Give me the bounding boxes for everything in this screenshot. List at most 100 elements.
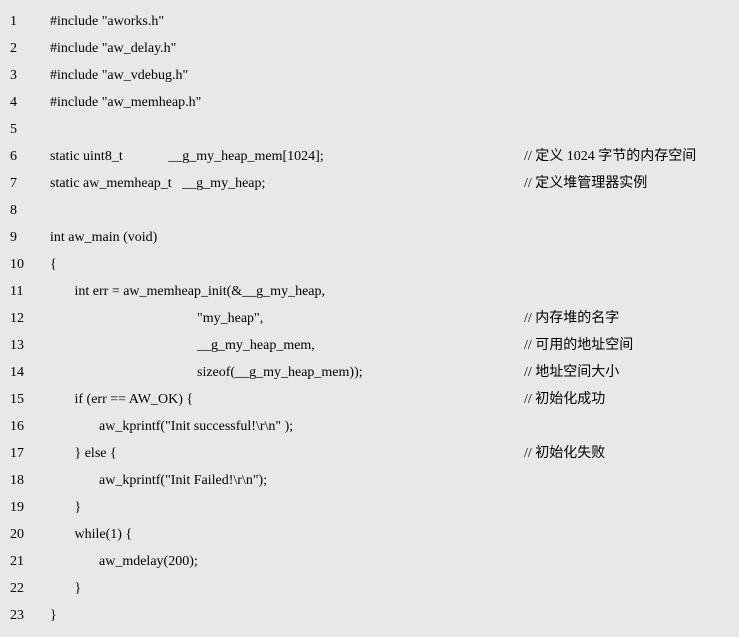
- code-column: __g_my_heap_mem,: [44, 332, 524, 359]
- code-column: }: [44, 575, 524, 602]
- code-line: 9int aw_main (void): [0, 224, 739, 251]
- code-text: if (err == AW_OK) {: [44, 392, 193, 407]
- code-line: 10{: [0, 251, 739, 278]
- line-number: 10: [0, 251, 44, 278]
- line-number: 2: [0, 35, 44, 62]
- code-column: aw_mdelay(200);: [44, 548, 524, 575]
- code-text: }: [44, 608, 57, 623]
- code-text: [44, 203, 50, 218]
- code-listing: 1#include "aworks.h"2#include "aw_delay.…: [0, 0, 739, 637]
- code-line: 21 aw_mdelay(200);: [0, 548, 739, 575]
- code-column: [44, 197, 524, 224]
- line-number: 17: [0, 440, 44, 467]
- code-line: 12 "my_heap", // 内存堆的名字: [0, 305, 739, 332]
- line-number: 22: [0, 575, 44, 602]
- code-column: "my_heap",: [44, 305, 524, 332]
- line-number: 18: [0, 467, 44, 494]
- code-text: while(1) {: [44, 527, 132, 542]
- code-line: 18 aw_kprintf("Init Failed!\r\n");: [0, 467, 739, 494]
- line-number: 12: [0, 305, 44, 332]
- code-line: 20 while(1) {: [0, 521, 739, 548]
- code-column: while(1) {: [44, 521, 524, 548]
- code-line: 11 int err = aw_memheap_init(&__g_my_hea…: [0, 278, 739, 305]
- code-column: [44, 116, 524, 143]
- code-line: 22 }: [0, 575, 739, 602]
- code-text: static aw_memheap_t __g_my_heap;: [44, 176, 265, 191]
- code-line: 1#include "aworks.h": [0, 8, 739, 35]
- code-text: aw_kprintf("Init successful!\r\n" );: [44, 419, 293, 434]
- code-line: 23}: [0, 602, 739, 629]
- comment-text: // 定义堆管理器实例: [524, 170, 739, 197]
- line-number: 21: [0, 548, 44, 575]
- code-line: 14 sizeof(__g_my_heap_mem)); // 地址空间大小: [0, 359, 739, 386]
- line-number: 3: [0, 62, 44, 89]
- code-text: {: [44, 257, 57, 272]
- comment-text: // 地址空间大小: [524, 359, 739, 386]
- code-text: }: [44, 581, 81, 596]
- comment-text: // 可用的地址空间: [524, 332, 739, 359]
- code-line: 15 if (err == AW_OK) { // 初始化成功: [0, 386, 739, 413]
- line-number: 11: [0, 278, 44, 305]
- code-column: #include "aw_memheap.h": [44, 89, 524, 116]
- code-line: 3#include "aw_vdebug.h": [0, 62, 739, 89]
- code-line: 2#include "aw_delay.h": [0, 35, 739, 62]
- line-number: 13: [0, 332, 44, 359]
- code-line: 13 __g_my_heap_mem, // 可用的地址空间: [0, 332, 739, 359]
- code-text: __g_my_heap_mem,: [44, 338, 315, 353]
- comment-text: // 定义 1024 字节的内存空间: [524, 143, 739, 170]
- comment-text: // 初始化失败: [524, 440, 739, 467]
- code-column: static aw_memheap_t __g_my_heap;: [44, 170, 524, 197]
- line-number: 7: [0, 170, 44, 197]
- code-column: #include "aworks.h": [44, 8, 524, 35]
- line-number: 1: [0, 8, 44, 35]
- code-column: if (err == AW_OK) {: [44, 386, 524, 413]
- code-text: #include "aw_vdebug.h": [44, 68, 188, 83]
- code-text: }: [44, 500, 81, 515]
- line-number: 19: [0, 494, 44, 521]
- code-text: [44, 122, 50, 137]
- line-number: 6: [0, 143, 44, 170]
- line-number: 9: [0, 224, 44, 251]
- code-text: aw_kprintf("Init Failed!\r\n");: [44, 473, 267, 488]
- code-text: #include "aworks.h": [44, 14, 164, 29]
- line-number: 14: [0, 359, 44, 386]
- code-line: 6static uint8_t __g_my_heap_mem[1024]; //…: [0, 143, 739, 170]
- code-text: aw_mdelay(200);: [44, 554, 198, 569]
- code-text: static uint8_t __g_my_heap_mem[1024];: [44, 149, 324, 164]
- code-text: int err = aw_memheap_init(&__g_my_heap,: [44, 284, 325, 299]
- code-text: int aw_main (void): [44, 230, 157, 245]
- code-column: sizeof(__g_my_heap_mem));: [44, 359, 524, 386]
- code-line: 19 }: [0, 494, 739, 521]
- code-column: aw_kprintf("Init successful!\r\n" );: [44, 413, 524, 440]
- code-column: }: [44, 494, 524, 521]
- line-number: 23: [0, 602, 44, 629]
- line-number: 5: [0, 116, 44, 143]
- code-column: } else {: [44, 440, 524, 467]
- code-column: int err = aw_memheap_init(&__g_my_heap,: [44, 278, 524, 305]
- line-number: 20: [0, 521, 44, 548]
- code-text: } else {: [44, 446, 117, 461]
- code-line: 7static aw_memheap_t __g_my_heap; // 定义堆管…: [0, 170, 739, 197]
- code-column: }: [44, 602, 524, 629]
- code-column: int aw_main (void): [44, 224, 524, 251]
- code-column: #include "aw_vdebug.h": [44, 62, 524, 89]
- code-column: aw_kprintf("Init Failed!\r\n");: [44, 467, 524, 494]
- code-line: 5: [0, 116, 739, 143]
- code-text: #include "aw_memheap.h": [44, 95, 201, 110]
- line-number: 15: [0, 386, 44, 413]
- line-number: 16: [0, 413, 44, 440]
- code-text: sizeof(__g_my_heap_mem));: [44, 365, 363, 380]
- comment-text: // 初始化成功: [524, 386, 739, 413]
- code-text: "my_heap",: [44, 311, 263, 326]
- line-number: 4: [0, 89, 44, 116]
- code-column: #include "aw_delay.h": [44, 35, 524, 62]
- code-line: 8: [0, 197, 739, 224]
- code-line: 4#include "aw_memheap.h": [0, 89, 739, 116]
- line-number: 8: [0, 197, 44, 224]
- code-column: static uint8_t __g_my_heap_mem[1024];: [44, 143, 524, 170]
- code-text: #include "aw_delay.h": [44, 41, 176, 56]
- comment-text: // 内存堆的名字: [524, 305, 739, 332]
- code-line: 16 aw_kprintf("Init successful!\r\n" );: [0, 413, 739, 440]
- code-column: {: [44, 251, 524, 278]
- code-line: 17 } else { // 初始化失败: [0, 440, 739, 467]
